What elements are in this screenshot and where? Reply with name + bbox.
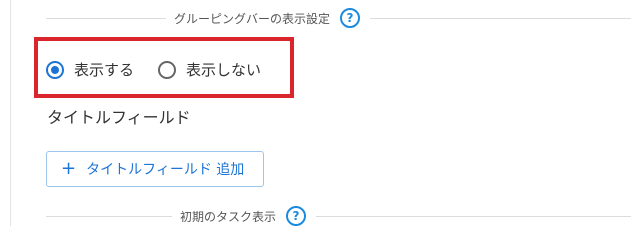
add-title-field-button-label: タイトルフィールド 追加 — [86, 162, 245, 178]
add-title-field-button[interactable]: + タイトルフィールド 追加 — [46, 151, 264, 187]
divider-line — [46, 215, 172, 217]
divider-line — [46, 17, 166, 19]
radio-button-checked-icon[interactable] — [46, 60, 64, 79]
display-radio-group-highlight: 表示する 表示しない — [34, 37, 294, 98]
radio-option-show[interactable]: 表示する — [46, 59, 134, 80]
radio-option-show-label: 表示する — [74, 61, 135, 79]
grouping-bar-section-title: グルーピングバーの表示設定 — [174, 11, 331, 26]
help-icon[interactable]: ? — [340, 8, 361, 28]
left-border-rule — [10, 0, 11, 226]
radio-button-unchecked-icon[interactable] — [158, 60, 176, 79]
plus-icon: + — [61, 158, 77, 179]
divider-line — [370, 17, 631, 19]
title-field-heading: タイトルフィールド — [47, 108, 191, 127]
divider-line — [316, 215, 631, 217]
initial-task-section-header: 初期のタスク表示 ? — [46, 204, 631, 228]
radio-option-hide[interactable]: 表示しない — [158, 59, 261, 80]
radio-option-hide-label: 表示しない — [186, 61, 262, 79]
grouping-bar-section-header: グルーピングバーの表示設定 ? — [46, 6, 631, 30]
initial-task-section-title: 初期のタスク表示 — [180, 209, 277, 224]
help-icon[interactable]: ? — [286, 206, 307, 226]
